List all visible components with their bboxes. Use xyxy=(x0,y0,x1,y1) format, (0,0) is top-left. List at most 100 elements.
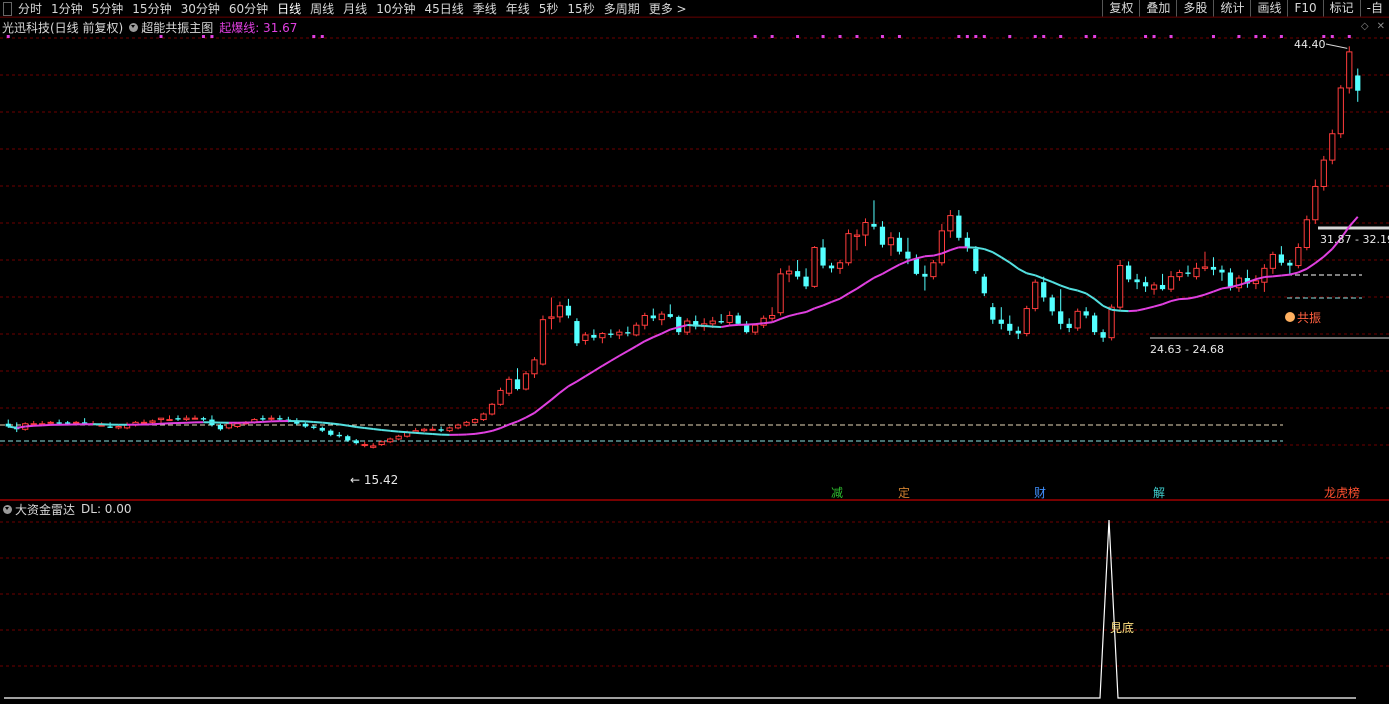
ma-line-segment xyxy=(305,420,314,423)
signal-dot xyxy=(965,35,969,38)
candle-body-up xyxy=(1261,267,1268,283)
period-tab-1[interactable]: 1分钟 xyxy=(51,0,83,17)
ma-line-segment xyxy=(1264,275,1273,279)
period-tab-13[interactable]: 5秒 xyxy=(539,0,559,17)
main-indicator-name[interactable]: 超能共振主图 xyxy=(141,19,213,36)
period-tab-6[interactable]: 日线 xyxy=(277,0,301,17)
candle-body-up xyxy=(39,423,46,426)
period-tab-11[interactable]: 季线 xyxy=(473,0,497,17)
candle-body-up xyxy=(522,373,530,390)
candle-body-up xyxy=(454,424,462,429)
sub-indicator-value: DL: 0.00 xyxy=(81,502,132,516)
signal-dot xyxy=(821,35,825,38)
ma-line-segment xyxy=(1136,307,1146,312)
candle-body-up xyxy=(1074,310,1081,329)
candle-body-down xyxy=(735,315,741,324)
candle-body-up xyxy=(30,423,37,426)
indicator-dropdown-icon[interactable] xyxy=(129,22,139,32)
period-tab-12[interactable]: 年线 xyxy=(506,0,530,17)
candle-body-down xyxy=(608,333,614,335)
toolbar-button-3[interactable]: 统计 xyxy=(1213,0,1250,17)
ma-line-segment xyxy=(1204,290,1214,296)
candle-body-down xyxy=(14,426,20,430)
toolbar-handle[interactable] xyxy=(3,1,12,16)
candle-body-up xyxy=(361,444,368,447)
sub-indicator-name[interactable]: 大资金雷达 xyxy=(15,501,75,518)
candle-body-up xyxy=(446,427,453,432)
candle-body-up xyxy=(471,419,479,423)
toolbar-button-4[interactable]: 画线 xyxy=(1250,0,1287,17)
period-tab-2[interactable]: 5分钟 xyxy=(92,0,124,17)
ma-line-segment xyxy=(881,268,892,275)
ma-line-segment xyxy=(1068,287,1078,292)
high-pointer xyxy=(1325,43,1348,49)
toolbar-button-1[interactable]: 叠加 xyxy=(1139,0,1176,17)
candle-body-down xyxy=(981,276,987,294)
ma-line-segment xyxy=(1314,255,1325,264)
period-tab-0[interactable]: 分时 xyxy=(18,0,42,17)
ma-line-segment xyxy=(533,405,544,414)
ma-line-segment xyxy=(822,301,832,307)
signal-dot xyxy=(1033,35,1037,38)
candle-body-up xyxy=(251,419,258,423)
candle-body-up xyxy=(752,324,759,333)
toolbar-button-7[interactable]: -自 xyxy=(1359,0,1389,17)
candle-body-down xyxy=(973,248,979,272)
ma-line-segment xyxy=(322,421,331,425)
period-tab-7[interactable]: 周线 xyxy=(310,0,334,17)
period-tab-5[interactable]: 60分钟 xyxy=(229,0,268,17)
period-tab-14[interactable]: 15秒 xyxy=(567,0,594,17)
ma-line-segment xyxy=(1213,287,1223,293)
signal-dot xyxy=(897,35,901,38)
toolbar-button-6[interactable]: 标记 xyxy=(1322,0,1360,17)
kline-chart-svg: 44.40 31.87 - 32.19 24.63 - 24.68 ← 15.42 共振… xyxy=(0,16,1389,699)
ma-line-segment xyxy=(593,364,603,372)
ma-line-segment xyxy=(1196,293,1206,298)
period-tab-3[interactable]: 15分钟 xyxy=(132,0,171,17)
candle-body-up xyxy=(395,435,402,440)
candle-body-down xyxy=(1049,297,1055,312)
period-tab-8[interactable]: 月线 xyxy=(343,0,367,17)
ma-line-segment xyxy=(755,322,764,326)
ma-line-segment xyxy=(424,432,433,436)
candle-body-down xyxy=(591,334,597,338)
candle-body-up xyxy=(768,315,776,319)
candle-body-up xyxy=(539,319,547,365)
period-tab-16[interactable]: 更多 > xyxy=(649,0,687,17)
signal-dot xyxy=(974,35,978,38)
period-tab-10[interactable]: 45日线 xyxy=(424,0,463,17)
candle-body-up xyxy=(633,324,640,336)
candle-body-down xyxy=(879,226,886,245)
signal-dot xyxy=(1211,35,1215,38)
ma-line-segment xyxy=(432,433,442,436)
candle-body-down xyxy=(820,247,826,266)
toolbar-button-2[interactable]: 多股 xyxy=(1176,0,1213,17)
period-tab-4[interactable]: 30分钟 xyxy=(181,0,220,17)
candle-body-down xyxy=(1007,323,1013,331)
candle-body-up xyxy=(268,417,275,420)
toolbar-button-0[interactable]: 复权 xyxy=(1102,0,1139,17)
candle-body-up xyxy=(658,313,665,321)
period-tab-9[interactable]: 10分钟 xyxy=(376,0,415,17)
signal-dot xyxy=(1059,35,1063,38)
ma-line-segment xyxy=(644,336,654,343)
candle-body-down xyxy=(1083,311,1089,316)
ma-line-segment xyxy=(508,420,518,426)
diamond-icon[interactable]: ◇ xyxy=(1361,21,1369,32)
candle-body-up xyxy=(183,417,190,421)
candle-body-down xyxy=(311,426,317,428)
close-icon[interactable]: ✕ xyxy=(1377,21,1385,32)
candle-body-up xyxy=(684,320,691,333)
ma-line-segment xyxy=(839,292,850,300)
toolbar-button-5[interactable]: F10 xyxy=(1287,0,1322,17)
candle-body-down xyxy=(302,423,308,427)
signal-dot xyxy=(1347,35,1351,38)
candle-body-down xyxy=(922,273,928,277)
period-tab-15[interactable]: 多周期 xyxy=(604,0,640,17)
ma-line-segment xyxy=(1238,281,1248,287)
sub-indicator-dropdown-icon[interactable] xyxy=(3,504,12,514)
candle-body-down xyxy=(896,237,903,252)
event-label-3: 解 xyxy=(1153,486,1165,500)
ma-line-segment xyxy=(8,425,17,429)
candle-body-up xyxy=(497,389,504,405)
